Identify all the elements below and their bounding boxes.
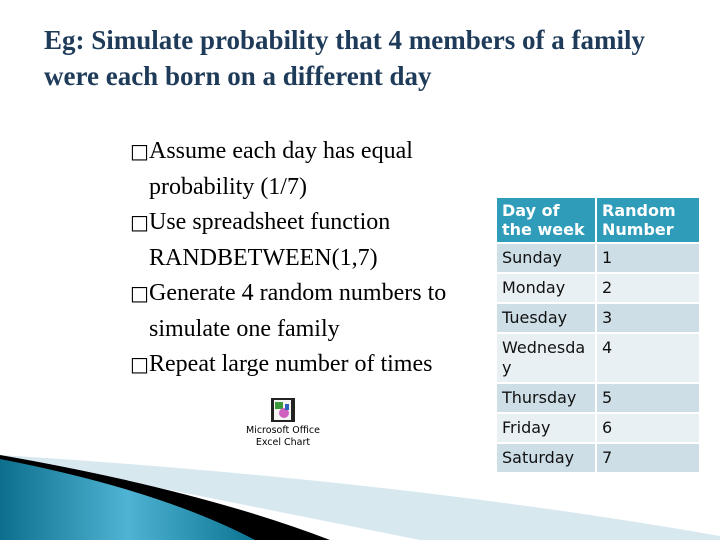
- table-row: Wednesday 4: [497, 334, 699, 382]
- bullet-marker: □: [130, 281, 149, 305]
- slide-title: Eg: Simulate probability that 4 members …: [44, 25, 645, 91]
- table-row: Saturday 7: [497, 444, 699, 472]
- bullet-item: □ Generate 4 random numbers to simulate on…: [130, 276, 510, 347]
- bullet-item: □ Use spreadsheet function RANDBETWEEN(1,7…: [130, 205, 510, 276]
- bullet-marker: □: [130, 210, 149, 234]
- bullet-item: □ Assume each day has equal probability (1…: [130, 134, 510, 205]
- bullet-list: □ Assume each day has equal probability (1…: [130, 134, 510, 383]
- table-row: Monday 2: [497, 274, 699, 302]
- day-number-table: Day of the week Random Number Sunday 1 Mo…: [495, 196, 701, 474]
- bullet-item: □ Repeat large number of times: [130, 347, 510, 383]
- header-number: Random Number: [597, 198, 699, 242]
- table-row: Tuesday 3: [497, 304, 699, 332]
- excel-chart-icon: [271, 398, 295, 422]
- bullet-marker: □: [130, 352, 149, 376]
- table-row: Friday 6: [497, 414, 699, 442]
- bullet-marker: □: [130, 139, 149, 163]
- table-row: Sunday 1: [497, 244, 699, 272]
- header-day: Day of the week: [497, 198, 595, 242]
- table-row: Thursday 5: [497, 384, 699, 412]
- embedded-excel-chart[interactable]: Microsoft Office Excel Chart: [240, 398, 326, 449]
